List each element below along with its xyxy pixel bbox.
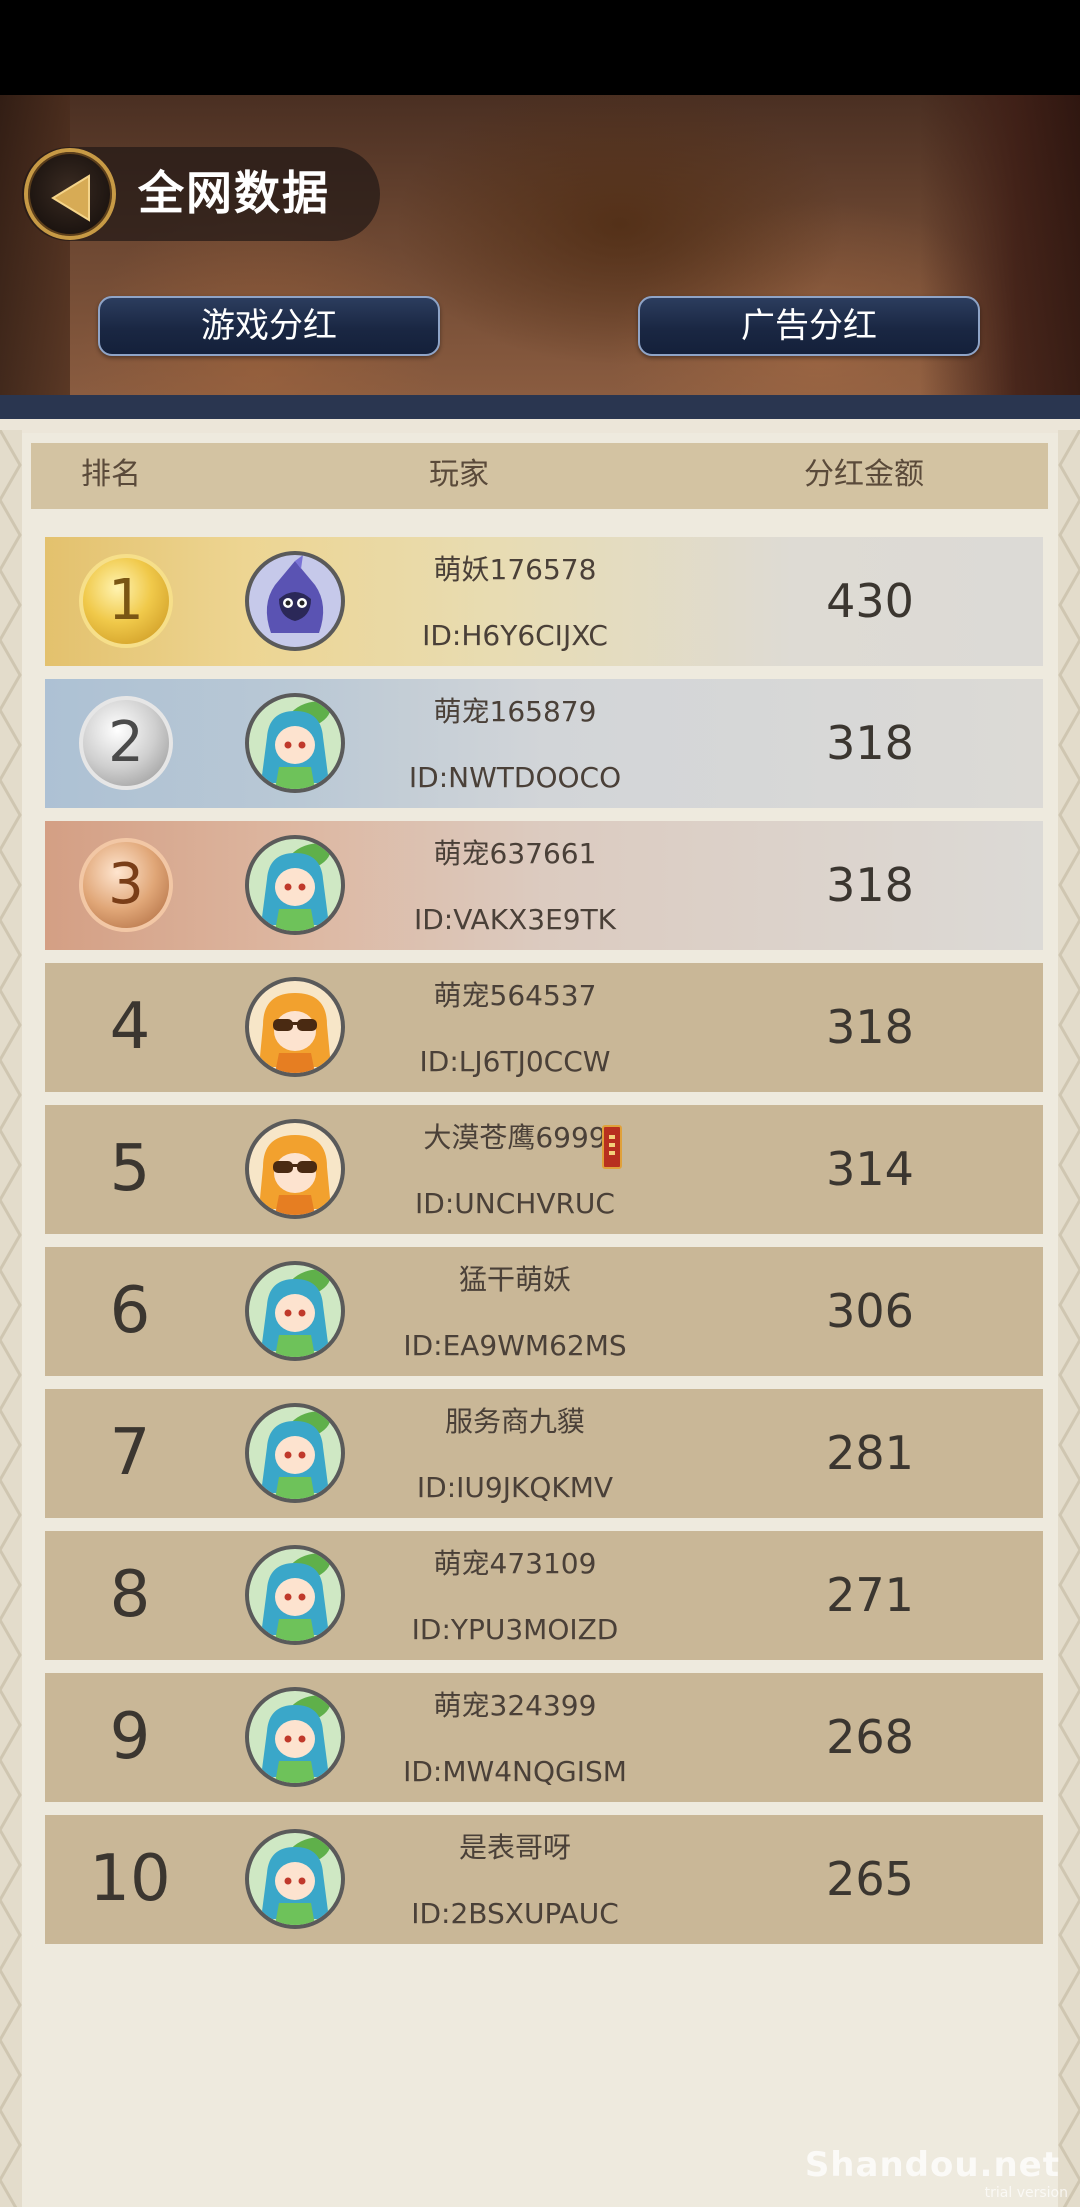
player-name: 萌宠564537 [433, 979, 597, 1012]
player-id: ID:UNCHVRUC [415, 1187, 615, 1220]
rank-number: 9 [109, 1700, 151, 1774]
dividend-amount: 281 [826, 1426, 914, 1480]
player-id: ID:YPU3MOIZD [411, 1613, 619, 1646]
dividend-amount: 271 [826, 1568, 914, 1622]
table-header: 排名 玩家 分红金额 [31, 443, 1048, 509]
dividend-amount: 314 [826, 1142, 914, 1196]
header-background-pillar [0, 95, 70, 395]
ranking-row[interactable]: 2 萌宠165879 ID:NWTDOOCO 318 [45, 679, 1043, 808]
player-id: ID:VAKX3E9TK [413, 903, 617, 936]
ranking-row[interactable]: 8 萌宠473109 ID:YPU3MOIZD 271 [45, 1531, 1043, 1660]
player-id: ID:MW4NQGISM [403, 1755, 627, 1788]
dividend-amount: 318 [826, 858, 914, 912]
column-header-amount: 分红金额 [804, 457, 924, 492]
player-name: 萌宠324399 [433, 1689, 597, 1722]
red-seal-icon [602, 1125, 622, 1169]
player-id: ID:2BSXUPAUC [411, 1897, 619, 1930]
rank-number: 5 [109, 1132, 151, 1206]
rank-number: 6 [109, 1274, 151, 1348]
player-name: 萌妖176578 [433, 553, 597, 586]
ranking-row[interactable]: 6 猛干萌妖 ID:EA9WM62MS 306 [45, 1247, 1043, 1376]
ranking-row[interactable]: 10 是表哥呀 ID:2BSXUPAUC 265 [45, 1815, 1043, 1944]
ranking-row[interactable]: 7 服务商九貘 ID:IU9JKQKMV 281 [45, 1389, 1043, 1518]
back-arrow-icon [51, 174, 90, 222]
rank-number: 4 [109, 990, 151, 1064]
dividend-amount: 318 [826, 1000, 914, 1054]
player-name: 萌宠165879 [433, 695, 597, 728]
player-name: 是表哥呀 [458, 1831, 571, 1864]
player-name: 大漠苍鹰6999 [423, 1121, 607, 1154]
player-name: 萌宠473109 [433, 1547, 597, 1580]
dividend-amount: 430 [826, 574, 914, 628]
player-id: ID:LJ6TJ0CCW [419, 1045, 611, 1078]
player-id: ID:H6Y6CIJXC [422, 619, 608, 652]
divider [0, 395, 1080, 419]
dividend-amount: 268 [826, 1710, 914, 1764]
ranking-row[interactable]: 4 萌宠564537 ID:LJ6TJ0CCW 318 [45, 963, 1043, 1092]
header: 全网数据 游戏分红 广告分红 [0, 95, 1080, 395]
ranking-row[interactable]: 3 萌宠637661 ID:VAKX3E9TK 318 [45, 821, 1043, 950]
dividend-amount: 265 [826, 1852, 914, 1906]
rank-number: 7 [109, 1416, 151, 1490]
tab-ad-dividend[interactable]: 广告分红 [638, 296, 980, 356]
column-header-player: 玩家 [429, 457, 489, 492]
column-header-rank: 排名 [81, 457, 141, 492]
ranking-row[interactable]: 5 大漠苍鹰6999 ID:UNCHVRUC 314 [45, 1105, 1043, 1234]
watermark-subtext: trial version [984, 2185, 1068, 2201]
rank-number: 8 [109, 1558, 151, 1632]
dividend-amount: 306 [826, 1284, 914, 1338]
ranking-row[interactable]: 9 萌宠324399 ID:MW4NQGISM 268 [45, 1673, 1043, 1802]
ranking-row[interactable]: 1 萌妖176578 ID:H6Y6CIJXC 430 [45, 537, 1043, 666]
page-title: 全网数据 [138, 166, 330, 220]
player-id: ID:IU9JKQKMV [416, 1471, 614, 1504]
rank-number: 10 [89, 1842, 171, 1916]
decorative-border-left [0, 430, 22, 2207]
bronze-medal-icon: 3 [79, 838, 173, 932]
player-name: 猛干萌妖 [458, 1263, 571, 1296]
watermark: Shandou.net [804, 2145, 1060, 2185]
silver-medal-icon: 2 [79, 696, 173, 790]
player-name: 萌宠637661 [433, 837, 597, 870]
decorative-border-right [1058, 430, 1080, 2207]
status-bar [0, 0, 1080, 95]
tab-game-dividend[interactable]: 游戏分红 [98, 296, 440, 356]
dividend-amount: 318 [826, 716, 914, 770]
player-id: ID:EA9WM62MS [403, 1329, 627, 1362]
player-name: 服务商九貘 [444, 1405, 585, 1438]
gold-medal-icon: 1 [79, 554, 173, 648]
back-button[interactable] [24, 148, 116, 240]
player-id: ID:NWTDOOCO [408, 761, 622, 794]
